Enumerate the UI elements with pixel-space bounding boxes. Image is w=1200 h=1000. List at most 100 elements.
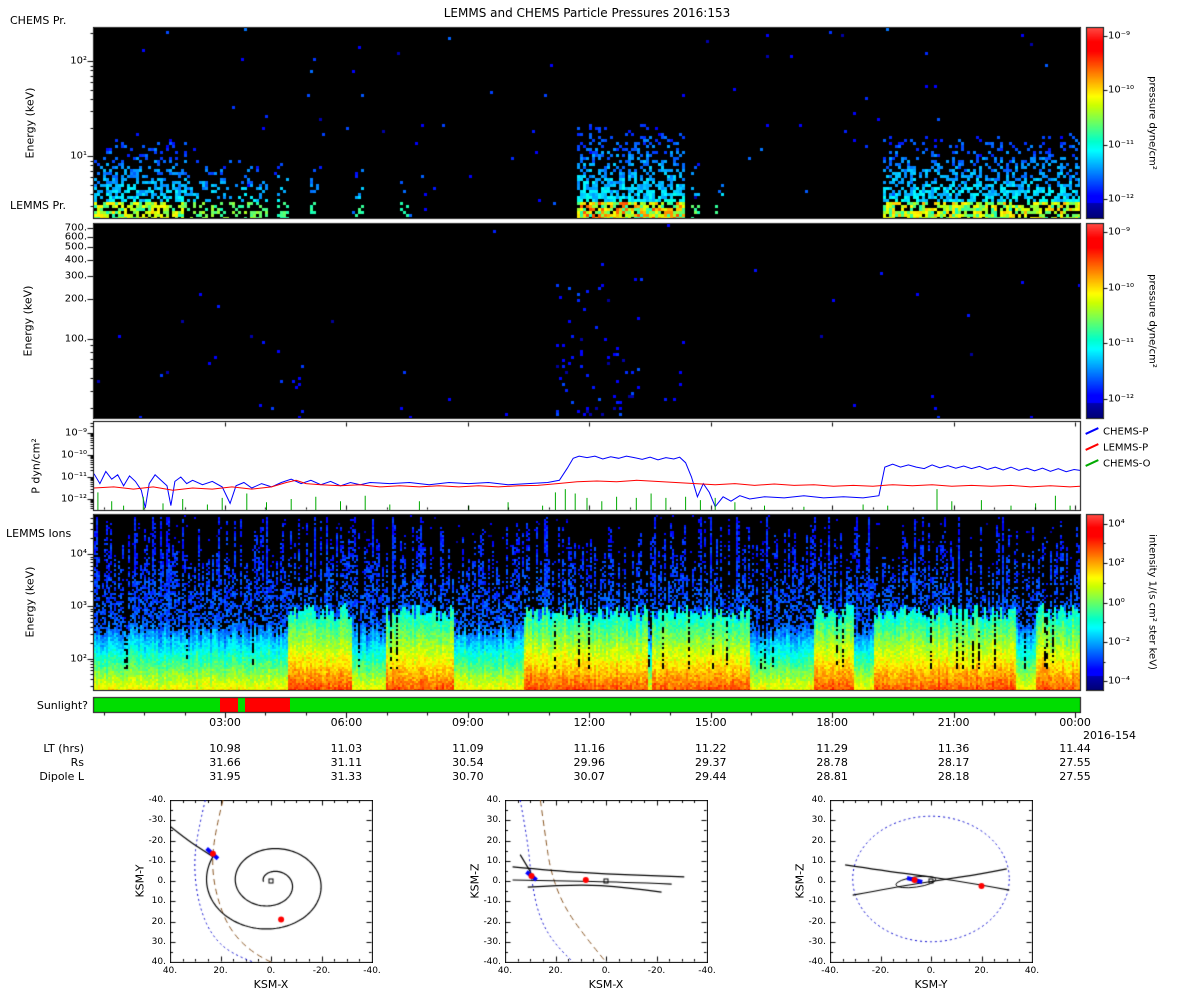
orbit-y-tick-label: 40. (487, 795, 501, 805)
orbit-y-tick-label: 30. (152, 937, 166, 947)
colorbar-title-pressure-1: pressure dyne/cm² (1147, 76, 1158, 170)
ephemeris-value: 11.44 (1059, 742, 1091, 755)
page-title: LEMMS and CHEMS Particle Pressures 2016:… (444, 6, 731, 20)
orbit-y-tick-label: 0. (157, 876, 166, 886)
orbit-y-tick-label: -30. (808, 937, 826, 947)
ephemeris-value: 30.54 (452, 756, 484, 769)
ephemeris-value: 31.33 (331, 770, 363, 783)
colorbar-tick-label: 10⁰ (1108, 597, 1125, 608)
time-tick-label: 00:00 (1059, 716, 1091, 729)
time-tick-label: 18:00 (816, 716, 848, 729)
orbit-y-tick-label: 30. (812, 815, 826, 825)
y-tick-label: 10³ (70, 601, 87, 612)
orbit-x-tick-label: 0. (602, 966, 611, 976)
y-tick-label: 10¹ (70, 151, 87, 162)
row-label-lt: LT (hrs) (43, 742, 84, 755)
panel-label-chems: CHEMS Pr. (10, 14, 66, 27)
ephemeris-value: 29.37 (695, 756, 727, 769)
ephemeris-value: 29.96 (574, 756, 606, 769)
panel-label-lemms: LEMMS Pr. (10, 199, 66, 212)
time-tick-label: 12:00 (573, 716, 605, 729)
y-tick-label: 10² (70, 56, 87, 67)
ephemeris-value: 11.36 (938, 742, 970, 755)
time-tick-label: 06:00 (331, 716, 363, 729)
ephemeris-value: 30.70 (452, 770, 484, 783)
axes-overlay (0, 0, 1200, 1000)
orbit-y-tick-label: 0. (492, 876, 501, 886)
orbit-y-tick-label: 30. (487, 815, 501, 825)
colorbar-tick-label: 10⁻¹¹ (1108, 139, 1134, 150)
ephemeris-value: 10.98 (209, 742, 241, 755)
orbit-y-tick-label: -30. (148, 815, 166, 825)
x-axis-title-orbit-xz: KSM-X (589, 978, 624, 991)
colorbar-tick-label: 10⁴ (1108, 518, 1125, 529)
legend-label-chems-o: CHEMS-O (1103, 459, 1151, 470)
y-tick-label: 10⁻¹¹ (61, 472, 87, 483)
orbit-y-tick-label: 20. (812, 836, 826, 846)
y-axis-title-chems: Energy (keV) (24, 88, 37, 159)
orbit-y-tick-label: -40. (148, 795, 166, 805)
y-axis-title-orbit-xy: KSM-Y (134, 864, 147, 897)
y-axis-title-pressure: P dyn/cm² (30, 438, 43, 493)
orbit-x-tick-label: -20. (872, 966, 890, 976)
ephemeris-value: 30.07 (574, 770, 606, 783)
y-axis-title-ions: Energy (keV) (24, 567, 37, 638)
orbit-y-tick-label: -20. (808, 917, 826, 927)
ephemeris-value: 31.66 (209, 756, 241, 769)
orbit-y-tick-label: 20. (152, 917, 166, 927)
orbit-y-tick-label: -20. (148, 836, 166, 846)
date-label: 2016-154 (1083, 729, 1136, 742)
orbit-x-tick-label: -40. (363, 966, 381, 976)
y-tick-label: 100. (65, 333, 87, 344)
time-tick-label: 21:00 (938, 716, 970, 729)
colorbar-tick-label: 10⁻⁹ (1108, 227, 1130, 238)
orbit-y-tick-label: 10. (487, 856, 501, 866)
ephemeris-value: 11.16 (574, 742, 606, 755)
orbit-y-tick-label: 40. (812, 795, 826, 805)
orbit-x-tick-label: 0. (267, 966, 276, 976)
colorbar-tick-label: 10⁻¹² (1108, 393, 1134, 404)
orbit-x-tick-label: 20. (213, 966, 227, 976)
time-tick-label: 09:00 (452, 716, 484, 729)
legend-label-lemms-p: LEMMS-P (1103, 443, 1148, 454)
ephemeris-value: 31.95 (209, 770, 241, 783)
orbit-y-tick-label: -10. (808, 896, 826, 906)
orbit-x-tick-label: 40. (163, 966, 177, 976)
orbit-y-tick-label: 10. (152, 896, 166, 906)
ephemeris-value: 27.55 (1059, 756, 1091, 769)
y-axis-title-orbit-yz: KSM-Z (794, 863, 807, 898)
y-tick-label: 10⁴ (70, 549, 87, 560)
colorbar-tick-label: 10⁻¹² (1108, 194, 1134, 205)
y-axis-title-lemms: Energy (keV) (22, 286, 35, 357)
time-tick-label: 03:00 (209, 716, 241, 729)
colorbar-title-intensity: intensity 1/(s cm² ster keV) (1147, 534, 1158, 670)
legend-label-chems-p: CHEMS-P (1103, 427, 1148, 438)
orbit-y-tick-label: -30. (483, 937, 501, 947)
ephemeris-value: 28.81 (816, 770, 848, 783)
orbit-y-tick-label: -10. (483, 896, 501, 906)
ephemeris-value: 11.29 (816, 742, 848, 755)
ephemeris-value: 11.09 (452, 742, 484, 755)
orbit-x-tick-label: -40. (698, 966, 716, 976)
y-tick-label: 200. (65, 294, 87, 305)
colorbar-tick-label: 10⁻² (1108, 636, 1130, 647)
ephemeris-value: 28.18 (938, 770, 970, 783)
orbit-x-tick-label: -40. (821, 966, 839, 976)
x-axis-title-orbit-xy: KSM-X (254, 978, 289, 991)
lemms-chems-pressure-plot: LEMMS and CHEMS Particle Pressures 2016:… (0, 0, 1200, 1000)
colorbar-tick-label: 10⁻¹⁰ (1108, 282, 1134, 293)
ephemeris-value: 31.11 (331, 756, 363, 769)
y-tick-label: 10⁻¹² (61, 494, 87, 505)
orbit-x-tick-label: -20. (648, 966, 666, 976)
colorbar-tick-label: 10² (1108, 558, 1125, 569)
orbit-x-tick-label: 20. (548, 966, 562, 976)
row-label-dipole: Dipole L (39, 770, 84, 783)
orbit-x-tick-label: -20. (313, 966, 331, 976)
time-tick-label: 15:00 (695, 716, 727, 729)
colorbar-tick-label: 10⁻⁹ (1108, 31, 1130, 42)
colorbar-tick-label: 10⁻¹⁰ (1108, 85, 1134, 96)
colorbar-tick-label: 10⁻⁴ (1108, 676, 1130, 687)
orbit-y-tick-label: 20. (487, 836, 501, 846)
panel-label-ions: LEMMS Ions (6, 527, 71, 540)
sunlight-label: Sunlight? (37, 699, 88, 712)
